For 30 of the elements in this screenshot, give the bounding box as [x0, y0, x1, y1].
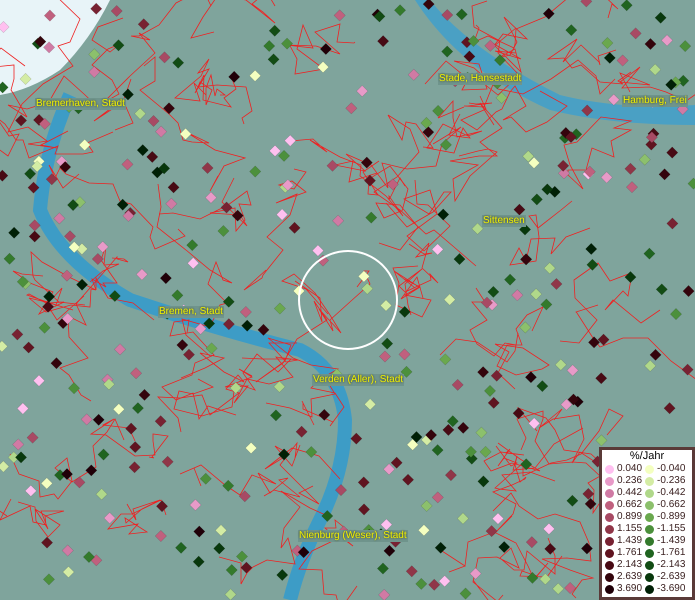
place-label: Verden (Aller), Stadt: [312, 374, 404, 386]
legend-value: -0.662: [657, 499, 686, 511]
legend-value: 2.639: [617, 571, 642, 583]
legend-value: -2.639: [657, 571, 686, 583]
legend-value: 0.662: [617, 499, 642, 511]
legend-value: 1.439: [617, 535, 642, 547]
legend-value: 0.236: [617, 475, 642, 487]
legend-value: -1.155: [657, 523, 686, 535]
legend-value: -1.761: [657, 547, 686, 559]
place-label: Stade, Hansestadt: [438, 73, 522, 85]
legend-value: -0.899: [657, 511, 686, 523]
legend-value: 0.442: [617, 487, 642, 499]
legend-value: -0.236: [657, 475, 686, 487]
legend-value: 3.690: [617, 583, 642, 595]
legend-title: %/Jahr: [628, 450, 666, 463]
legend-value: 1.761: [617, 547, 642, 559]
place-label: Bremerhaven, Stadt: [35, 98, 126, 110]
legend-value: 2.143: [617, 559, 642, 571]
legend-value: -2.143: [657, 559, 686, 571]
place-label: Sittensen: [482, 215, 526, 227]
legend-value: -0.040: [657, 463, 686, 475]
legend-value: -0.442: [657, 487, 686, 499]
place-label: Hamburg, Frei: [622, 95, 688, 107]
place-label: Bremen, Stadt: [158, 306, 224, 318]
legend-value: 1.155: [617, 523, 642, 535]
place-label: Nienburg (Weser), Stadt: [298, 530, 408, 542]
legend-value: 0.040: [617, 463, 642, 475]
legend-value: 0.899: [617, 511, 642, 523]
legend-value: -3.690: [657, 583, 686, 595]
legend-value: -1.439: [657, 535, 686, 547]
